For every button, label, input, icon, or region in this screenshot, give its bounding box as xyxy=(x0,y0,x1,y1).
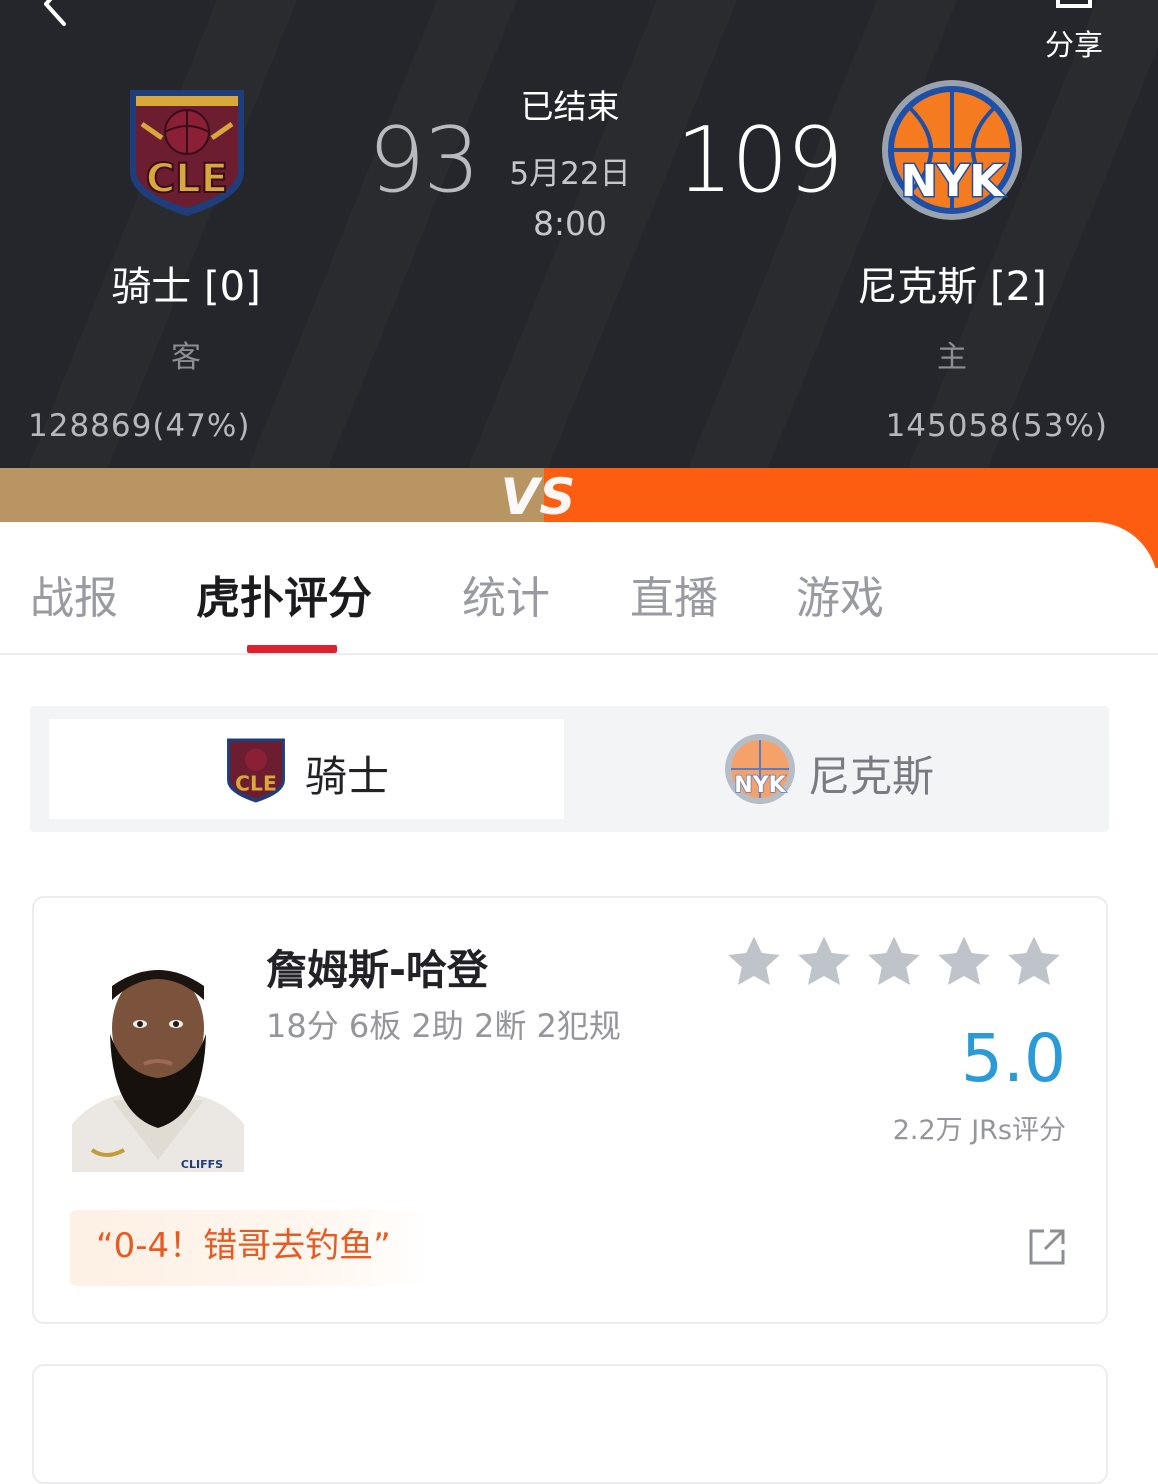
player-stats: 18分 6板 2助 2断 2犯规 xyxy=(266,1007,621,1045)
tab-stats[interactable]: 统计 xyxy=(462,562,550,626)
away-team-name: 骑士 [0] xyxy=(111,264,261,310)
cavaliers-logo: CLE xyxy=(130,90,244,216)
tab-active-indicator xyxy=(247,645,337,653)
knicks-logo: NYK xyxy=(882,80,1022,220)
knicks-logo-small: NYK xyxy=(725,734,795,804)
away-team-votes: 128869(47%) xyxy=(28,408,251,444)
star-icon[interactable] xyxy=(864,932,924,992)
game-time: 8:00 xyxy=(532,204,608,243)
tab-live[interactable]: 直播 xyxy=(630,562,718,626)
cavaliers-logo-small: CLE xyxy=(227,738,285,803)
home-team-role: 主 xyxy=(937,340,967,375)
open-comment-button[interactable] xyxy=(1028,1228,1066,1266)
back-button[interactable] xyxy=(36,0,76,40)
player-avatar: CLIFFS xyxy=(72,964,244,1172)
game-status: 已结束 xyxy=(520,87,620,126)
star-icon[interactable] xyxy=(934,932,994,992)
share-button[interactable]: 分享 xyxy=(1038,0,1110,62)
tab-bar: 战报 虎扑评分 统计 直播 游戏 xyxy=(0,522,1158,655)
star-icon[interactable] xyxy=(1004,932,1064,992)
game-header: 分享 CLE 骑士 [0] 客 128869(47%) 93 已结束 5月22日… xyxy=(0,0,1158,468)
tab-hupu-rating[interactable]: 虎扑评分 xyxy=(196,562,372,626)
jersey-text: CLIFFS xyxy=(181,1158,223,1171)
home-team-name: 尼克斯 [2] xyxy=(857,264,1047,310)
game-date: 5月22日 xyxy=(509,156,631,192)
share-label: 分享 xyxy=(1044,28,1103,62)
chevron-left-icon xyxy=(44,0,66,26)
next-player-card[interactable] xyxy=(32,1364,1108,1484)
player-rating-score: 5.0 xyxy=(961,1020,1066,1097)
star-icon[interactable] xyxy=(794,932,854,992)
team-switch-cavaliers[interactable]: CLE 骑士 xyxy=(49,719,564,819)
team-switch-knicks[interactable]: NYK 尼克斯 xyxy=(564,719,1079,819)
away-score: 93 xyxy=(368,108,481,213)
knicks-logo-text: NYK xyxy=(901,156,1006,207)
cavaliers-logo-text: CLE xyxy=(146,156,228,202)
star-icon[interactable] xyxy=(724,932,784,992)
share-icon xyxy=(1056,0,1092,8)
star-rating[interactable] xyxy=(724,932,1074,996)
tab-games[interactable]: 游戏 xyxy=(796,562,884,626)
player-name: 詹姆斯-哈登 xyxy=(266,946,489,994)
home-score: 109 xyxy=(676,108,844,213)
content-panel: 战报 虎扑评分 统计 直播 游戏 CLE 骑士 NYK 尼克斯 CLIFFS 詹… xyxy=(0,522,1158,1484)
team-switch-cavaliers-label: 骑士 xyxy=(305,752,390,801)
knicks-small-logo-text: NYK xyxy=(734,773,786,798)
featured-comment[interactable]: “0-4！错哥去钓鱼” xyxy=(70,1210,430,1286)
team-switch: CLE 骑士 NYK 尼克斯 xyxy=(30,706,1109,832)
team-switch-knicks-label: 尼克斯 xyxy=(808,752,935,801)
cavaliers-small-logo-text: CLE xyxy=(235,771,277,795)
tab-report[interactable]: 战报 xyxy=(30,562,118,626)
home-team-votes: 145058(53%) xyxy=(885,408,1108,444)
player-photo: CLIFFS xyxy=(72,964,244,1172)
player-rating-card[interactable]: CLIFFS 詹姆斯-哈登 18分 6板 2助 2断 2犯规 5.0 2.2万 … xyxy=(32,896,1108,1324)
vs-text: VS xyxy=(501,468,576,526)
external-link-icon xyxy=(1029,1229,1065,1265)
rating-count: 2.2万 JRs评分 xyxy=(892,1115,1066,1146)
bg-stripe xyxy=(667,0,973,468)
bg-stripe xyxy=(7,0,313,468)
away-team-role: 客 xyxy=(171,340,201,375)
